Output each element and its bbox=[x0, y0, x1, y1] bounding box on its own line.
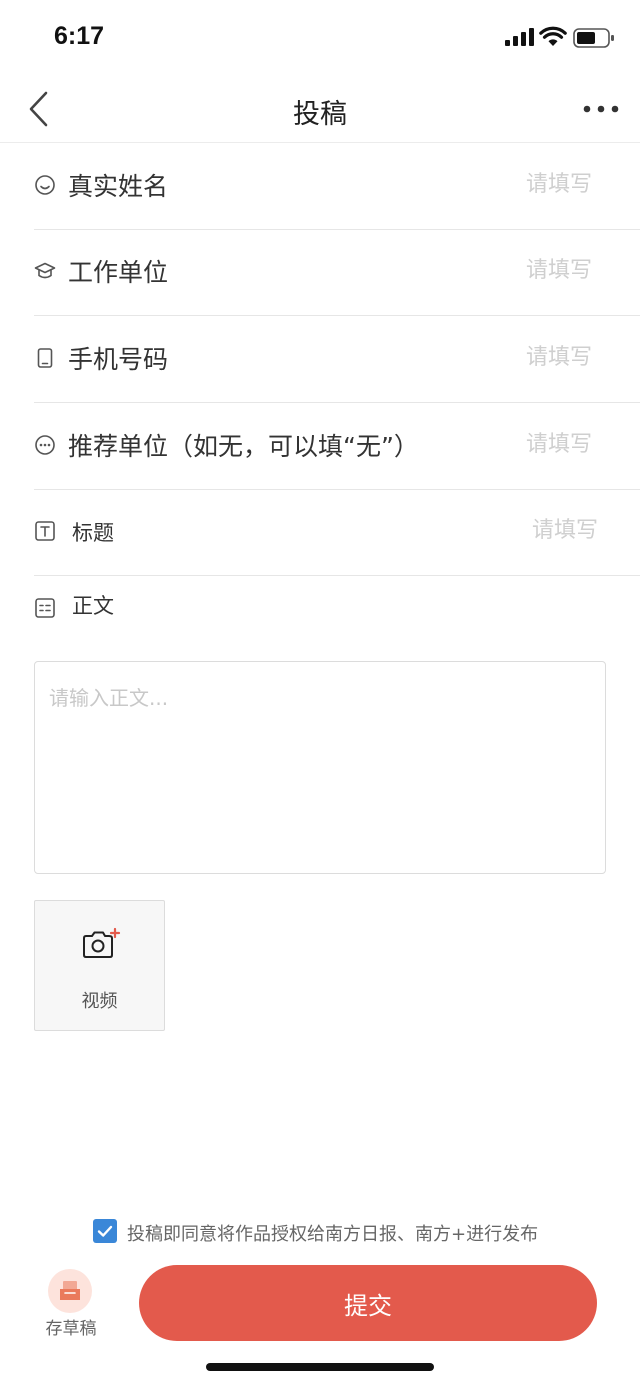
work-unit-row: 工作单位 bbox=[34, 229, 640, 316]
work-unit-label: 工作单位 bbox=[68, 258, 169, 287]
battery-icon bbox=[573, 28, 614, 48]
home-indicator bbox=[206, 1363, 434, 1371]
cellular-signal-icon bbox=[505, 28, 534, 46]
save-draft-label: 存草稿 bbox=[45, 1319, 97, 1339]
page-title: 投稿 bbox=[293, 99, 347, 130]
real-name-row: 真实姓名 bbox=[34, 143, 640, 230]
inbox-icon bbox=[48, 1269, 92, 1313]
status-time: 6:17 bbox=[54, 22, 105, 50]
video-label: 视频 bbox=[81, 991, 118, 1012]
real-name-input[interactable] bbox=[470, 165, 594, 203]
phone-label: 手机号码 bbox=[68, 345, 169, 374]
body-label: 正文 bbox=[72, 594, 114, 618]
phone-icon bbox=[37, 348, 53, 368]
text-icon bbox=[35, 598, 55, 618]
title-label: 标题 bbox=[72, 521, 114, 545]
checkmark-icon bbox=[97, 1225, 113, 1237]
submit-button[interactable]: 提交 bbox=[139, 1265, 597, 1341]
recommend-unit-label: 推荐单位（如无，可以填“无”） bbox=[68, 432, 419, 461]
agreement-checkbox[interactable] bbox=[93, 1219, 117, 1243]
real-name-label: 真实姓名 bbox=[68, 172, 169, 201]
title-input[interactable] bbox=[476, 511, 600, 549]
more-options-icon[interactable] bbox=[582, 104, 620, 114]
status-bar: 6:17 bbox=[0, 0, 640, 76]
chat-bubble-icon bbox=[35, 435, 55, 455]
camera-add-icon bbox=[83, 927, 121, 958]
nav-bar: 投稿 bbox=[0, 76, 640, 143]
work-unit-input[interactable] bbox=[470, 251, 594, 289]
wifi-icon bbox=[539, 26, 567, 46]
graduation-cap-icon bbox=[34, 262, 56, 279]
smile-icon bbox=[35, 175, 55, 195]
title-icon bbox=[35, 521, 55, 541]
video-upload-button[interactable]: 视频 bbox=[34, 900, 165, 1031]
title-row: 标题 bbox=[34, 489, 640, 576]
body-textarea[interactable] bbox=[34, 661, 606, 874]
phone-row: 手机号码 bbox=[34, 316, 640, 403]
agreement-text: 投稿即同意将作品授权给南方日报、南方+进行发布 bbox=[127, 1224, 539, 1245]
phone-input[interactable] bbox=[470, 338, 594, 376]
save-draft-button[interactable]: 存草稿 bbox=[40, 1266, 102, 1339]
recommend-unit-input[interactable] bbox=[470, 425, 594, 463]
recommend-unit-row: 推荐单位（如无，可以填“无”） bbox=[34, 403, 640, 490]
